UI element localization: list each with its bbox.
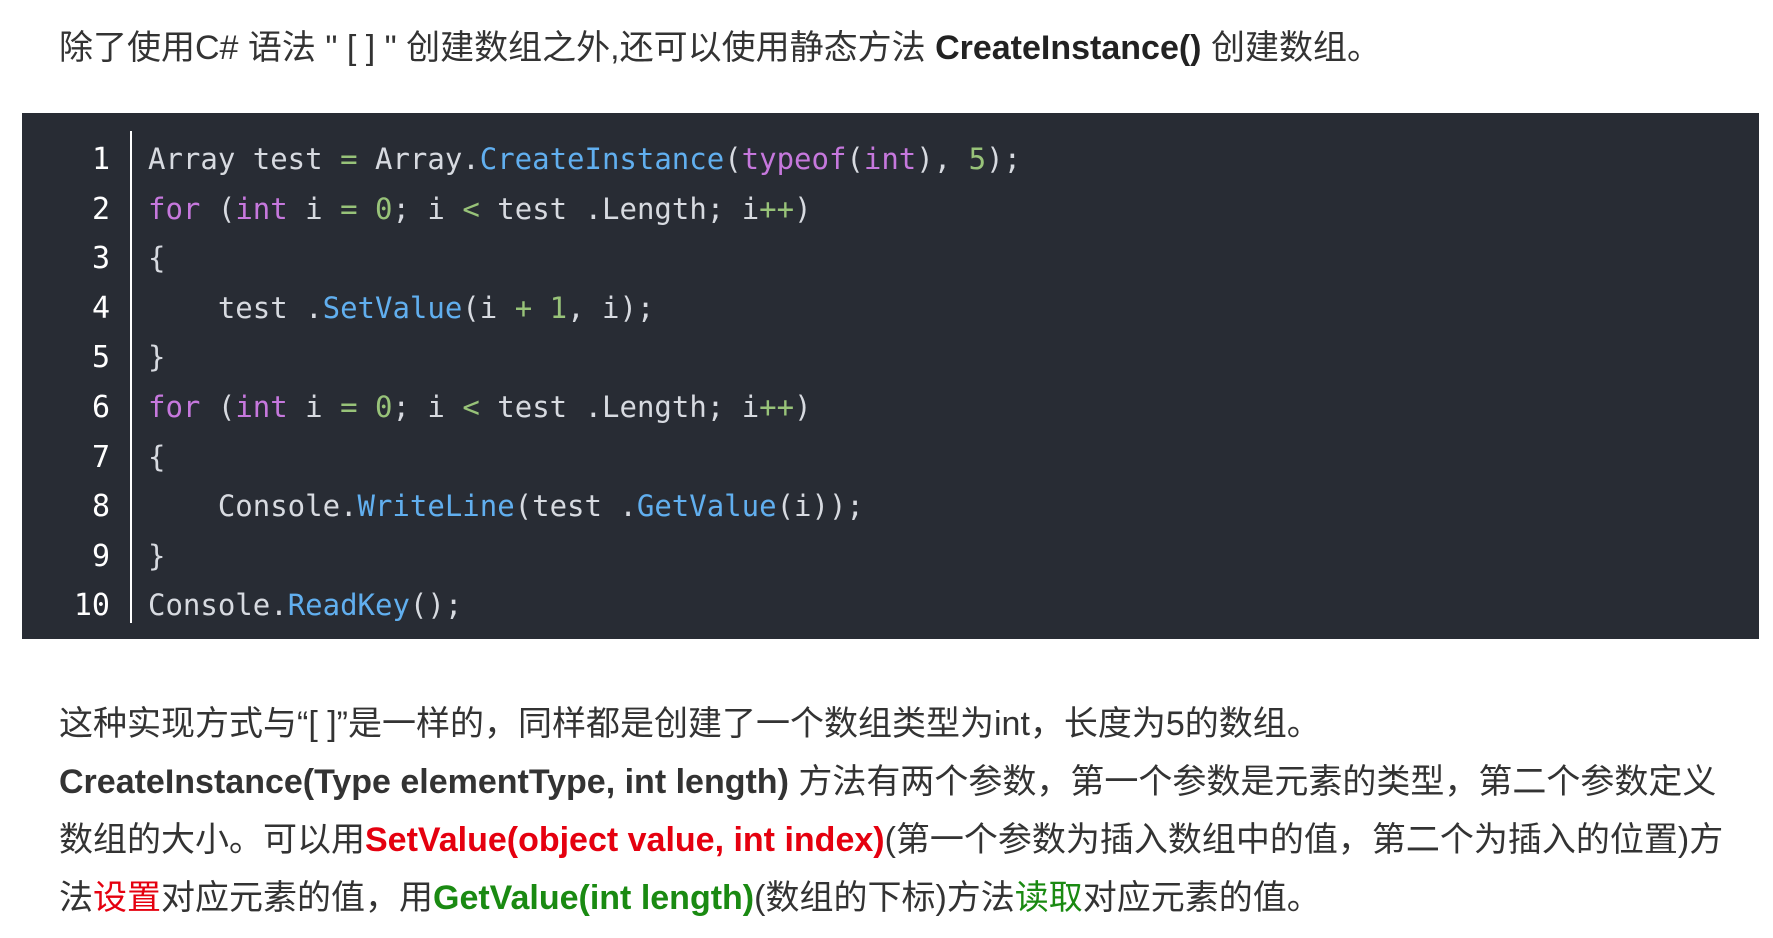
code-line: test .SetValue(i + 1, i); [148,284,1021,334]
line-number: 9 [91,538,110,574]
code-token: ; i [392,389,463,424]
code-token: + [514,290,533,325]
code-token: (test . [514,489,637,524]
paragraph-text: 对应元素的值。 [1082,879,1321,917]
code-line: Array test = Array.CreateInstance(typeof… [148,135,1021,185]
code-token: int [863,142,917,176]
line-number: 7 [91,439,110,475]
code-token: int [235,191,288,226]
code-token: ( [724,142,742,176]
code-line: } [148,333,1021,383]
code-token: ); [986,142,1022,176]
line-number: 5 [91,340,110,376]
code-block: 1 2 3 4 5 6 7 8 9 10 Array test = Array.CreateIns… [22,113,1759,639]
code-token: Console. [148,588,288,623]
code-token: (i)); [776,489,864,524]
code-line: Console.WriteLine(test .GetValue(i)); [148,482,1021,532]
code-token: , i); [567,290,655,325]
code-token: ++ [759,389,795,424]
line-number: 4 [91,290,110,326]
code-lines: Array test = Array.CreateInstance(typeof… [148,135,1021,631]
line-number: 10 [73,588,110,624]
code-token: ( [200,389,236,424]
code-token: 1 [549,290,568,325]
explanation-paragraph-1: 这种实现方式与“[ ]”是一样的，同样都是创建了一个数组类型为int，长度为5的… [59,705,1321,743]
getvalue-signature: GetValue(int length) [433,879,755,917]
line-number: 3 [91,241,110,277]
code-token: SetValue [322,290,463,325]
code-token: i [287,389,341,424]
createinstance-signature: CreateInstance(Type elementType, int len… [59,763,789,801]
read-word: 读取 [1014,879,1083,917]
code-token: Array. [357,142,480,176]
code-token: = [340,142,358,176]
gutter-separator [130,131,132,623]
code-token: 0 [375,191,393,226]
code-token: test .Length; i [479,191,760,226]
setvalue-signature: SetValue(object value, int index) [365,821,885,859]
code-token: i [287,191,341,226]
code-line: Console.ReadKey(); [148,581,1021,631]
explanation: 这种实现方式与“[ ]”是一样的，同样都是创建了一个数组类型为int，长度为5的… [22,695,1742,927]
line-number-gutter: 1 2 3 4 5 6 7 8 9 10 [22,135,132,631]
code-token: = [340,191,358,226]
intro-paragraph: 除了使用C# 语法 " [ ] " 创建数组之外,还可以使用静态方法 Creat… [59,22,1381,74]
line-number: 8 [91,489,110,525]
code-token: ) [794,389,812,424]
code-token: ++ [759,191,795,226]
code-line: { [148,433,1021,483]
code-token: ReadKey [287,588,410,623]
code-token: (i [462,290,515,325]
intro-text: 除了使用C# 语法 " [ ] " 创建数组之外,还可以使用静态方法 [59,29,936,67]
code-token: = [340,389,358,424]
code-line: for (int i = 0; i < test .Length; i++) [148,185,1021,235]
code-token: (); [409,588,463,623]
code-token: Array test [148,142,341,176]
code-token: CreateInstance [479,142,725,176]
code-token: ( [846,142,864,176]
code-line: } [148,532,1021,582]
code-token: WriteLine [357,489,515,524]
code-token: < [462,191,480,226]
code-token: ), [916,142,969,176]
explanation-paragraph-2: CreateInstance(Type elementType, int len… [22,753,1742,927]
code-token: 0 [375,389,393,424]
code-token: ( [200,191,236,226]
paragraph-text: (数组的下标)方法 [754,879,1015,917]
code-token: } [148,538,166,573]
code-token: { [148,439,166,474]
intro-method-name: CreateInstance() [935,29,1202,67]
code-token: } [148,340,166,375]
code-token: ) [794,191,812,226]
paragraph-text: 对应元素的值，用 [161,879,433,917]
set-word: 设置 [93,879,161,917]
intro-tail: 创建数组。 [1201,29,1381,67]
code-token: int [235,389,288,424]
code-token: typeof [741,142,847,176]
code-token: { [148,241,166,276]
code-token: for [148,389,201,424]
code-token: test . [148,290,323,325]
code-token: GetValue [636,489,777,524]
code-token: < [462,389,480,424]
line-number: 1 [91,142,110,177]
code-token: test .Length; i [479,389,760,424]
line-number: 6 [91,389,110,425]
code-token: Console. [148,489,358,524]
code-token: 5 [968,142,987,176]
code-token: ; i [392,191,463,226]
code-line: for (int i = 0; i < test .Length; i++) [148,383,1021,433]
code-token: for [148,191,201,226]
code-line: { [148,234,1021,284]
line-number: 2 [91,191,110,227]
